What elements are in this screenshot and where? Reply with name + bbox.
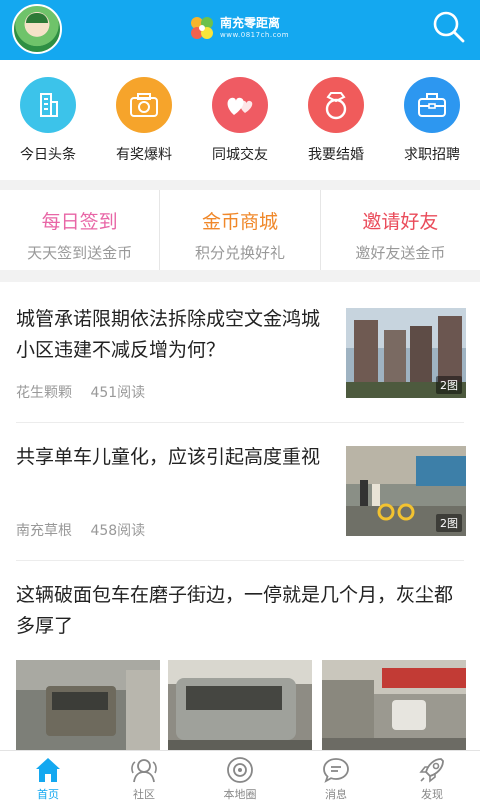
article-title: 城管承诺限期依法拆除成空文金鸿城小区违建不减反增为何？ — [16, 308, 321, 361]
tab-label: 首页 — [37, 788, 59, 800]
article-source: 南充草根 — [16, 523, 72, 539]
tab-label: 发现 — [421, 788, 443, 800]
tab-label: 本地圈 — [223, 788, 257, 800]
article-item[interactable]: 城管承诺限期依法拆除成空文金鸿城小区违建不减反增为何？ 花生颗颗 451阅读 2… — [16, 304, 466, 404]
local-circle-icon — [227, 757, 253, 783]
category-icon-circle — [116, 77, 172, 133]
hearts-icon — [227, 97, 253, 115]
tab-community[interactable]: 社区 — [96, 751, 192, 800]
article-item[interactable]: 共享单车儿童化，应该引起高度重视 南充草根 458阅读 2图 — [16, 442, 466, 542]
search-icon[interactable] — [430, 8, 466, 44]
top-app-bar: 南充零距离 www.0817ch.com — [0, 0, 480, 60]
article-item[interactable]: 这辆破面包车在磨子街边，一停就是几个月，灰尘都多厚了 — [16, 580, 466, 750]
van-photo — [168, 660, 312, 750]
feed-divider — [16, 560, 464, 561]
promo-title: 每日签到 — [41, 211, 118, 233]
article-photo[interactable] — [322, 660, 466, 750]
promo-invite-friends[interactable]: 邀请好友 邀好友送金币 — [319, 190, 480, 270]
promo-row: 每日签到 天天签到送金币 金币商城 积分兑换好礼 邀请好友 邀好友送金币 — [0, 190, 480, 270]
category-wedding[interactable]: 我要结婚 — [288, 60, 384, 180]
bottom-tab-bar: 首页 社区 本地圈 消息 发现 — [0, 750, 480, 800]
ring-icon — [325, 92, 347, 120]
promo-subtitle: 积分兑换好礼 — [194, 244, 285, 262]
category-tips[interactable]: 有奖爆料 — [96, 60, 192, 180]
news-feed: 城管承诺限期依法拆除成空文金鸿城小区违建不减反增为何？ 花生颗颗 451阅读 2… — [0, 282, 480, 750]
promo-subtitle: 邀好友送金币 — [355, 244, 446, 262]
camera-icon — [130, 93, 158, 117]
rocket-icon — [419, 758, 444, 783]
article-thumbnail[interactable]: 2图 — [346, 308, 466, 398]
feed-divider — [16, 422, 464, 423]
article-meta: 南充草根 458阅读 — [16, 520, 145, 540]
van-photo — [16, 660, 160, 750]
promo-subtitle: 天天签到送金币 — [27, 244, 133, 262]
article-photo[interactable] — [168, 660, 312, 750]
building-icon — [40, 93, 58, 117]
image-count-badge: 2图 — [436, 376, 462, 394]
tab-discover[interactable]: 发现 — [384, 751, 480, 800]
category-icon-circle — [404, 77, 460, 133]
tab-label: 消息 — [325, 788, 347, 800]
article-reads: 451阅读 — [90, 385, 146, 401]
message-icon — [323, 758, 349, 783]
logo-url: www.0817ch.com — [220, 31, 290, 39]
tab-messages[interactable]: 消息 — [288, 751, 384, 800]
category-icon-circle — [20, 77, 76, 133]
app-logo: 南充零距离 www.0817ch.com — [188, 12, 298, 46]
street-photo — [322, 660, 466, 750]
promo-title: 金币商城 — [201, 211, 278, 233]
category-label: 今日头条 — [20, 147, 76, 163]
category-grid: 今日头条 有奖爆料 同城交友 我要结婚 求职招聘 — [0, 60, 480, 180]
category-headlines[interactable]: 今日头条 — [0, 60, 96, 180]
category-dating[interactable]: 同城交友 — [192, 60, 288, 180]
article-reads: 458阅读 — [90, 523, 146, 539]
article-source: 花生颗颗 — [16, 385, 72, 401]
user-avatar[interactable] — [12, 4, 62, 54]
promo-daily-checkin[interactable]: 每日签到 天天签到送金币 — [0, 190, 159, 270]
category-icon-circle — [212, 77, 268, 133]
category-jobs[interactable]: 求职招聘 — [384, 60, 480, 180]
category-label: 我要结婚 — [308, 147, 364, 163]
home-icon — [36, 758, 60, 782]
logo-mark-icon — [191, 17, 213, 39]
image-count-badge: 2图 — [436, 514, 462, 532]
category-label: 求职招聘 — [404, 147, 460, 163]
tab-local-circle[interactable]: 本地圈 — [192, 751, 288, 800]
community-icon — [131, 759, 157, 783]
logo-title: 南充零距离 — [220, 16, 281, 30]
article-photo[interactable] — [16, 660, 160, 750]
category-icon-circle — [308, 77, 364, 133]
article-title: 共享单车儿童化，应该引起高度重视 — [16, 446, 321, 468]
category-label: 有奖爆料 — [116, 147, 172, 163]
tab-home[interactable]: 首页 — [0, 751, 96, 800]
promo-coin-mall[interactable]: 金币商城 积分兑换好礼 — [159, 190, 319, 270]
tab-label: 社区 — [133, 788, 155, 800]
category-label: 同城交友 — [212, 147, 268, 163]
briefcase-icon — [418, 93, 446, 117]
article-meta: 花生颗颗 451阅读 — [16, 382, 145, 402]
promo-title: 邀请好友 — [362, 211, 439, 233]
article-title: 这辆破面包车在磨子街边，一停就是几个月，灰尘都多厚了 — [16, 584, 454, 637]
article-thumbnail[interactable]: 2图 — [346, 446, 466, 536]
